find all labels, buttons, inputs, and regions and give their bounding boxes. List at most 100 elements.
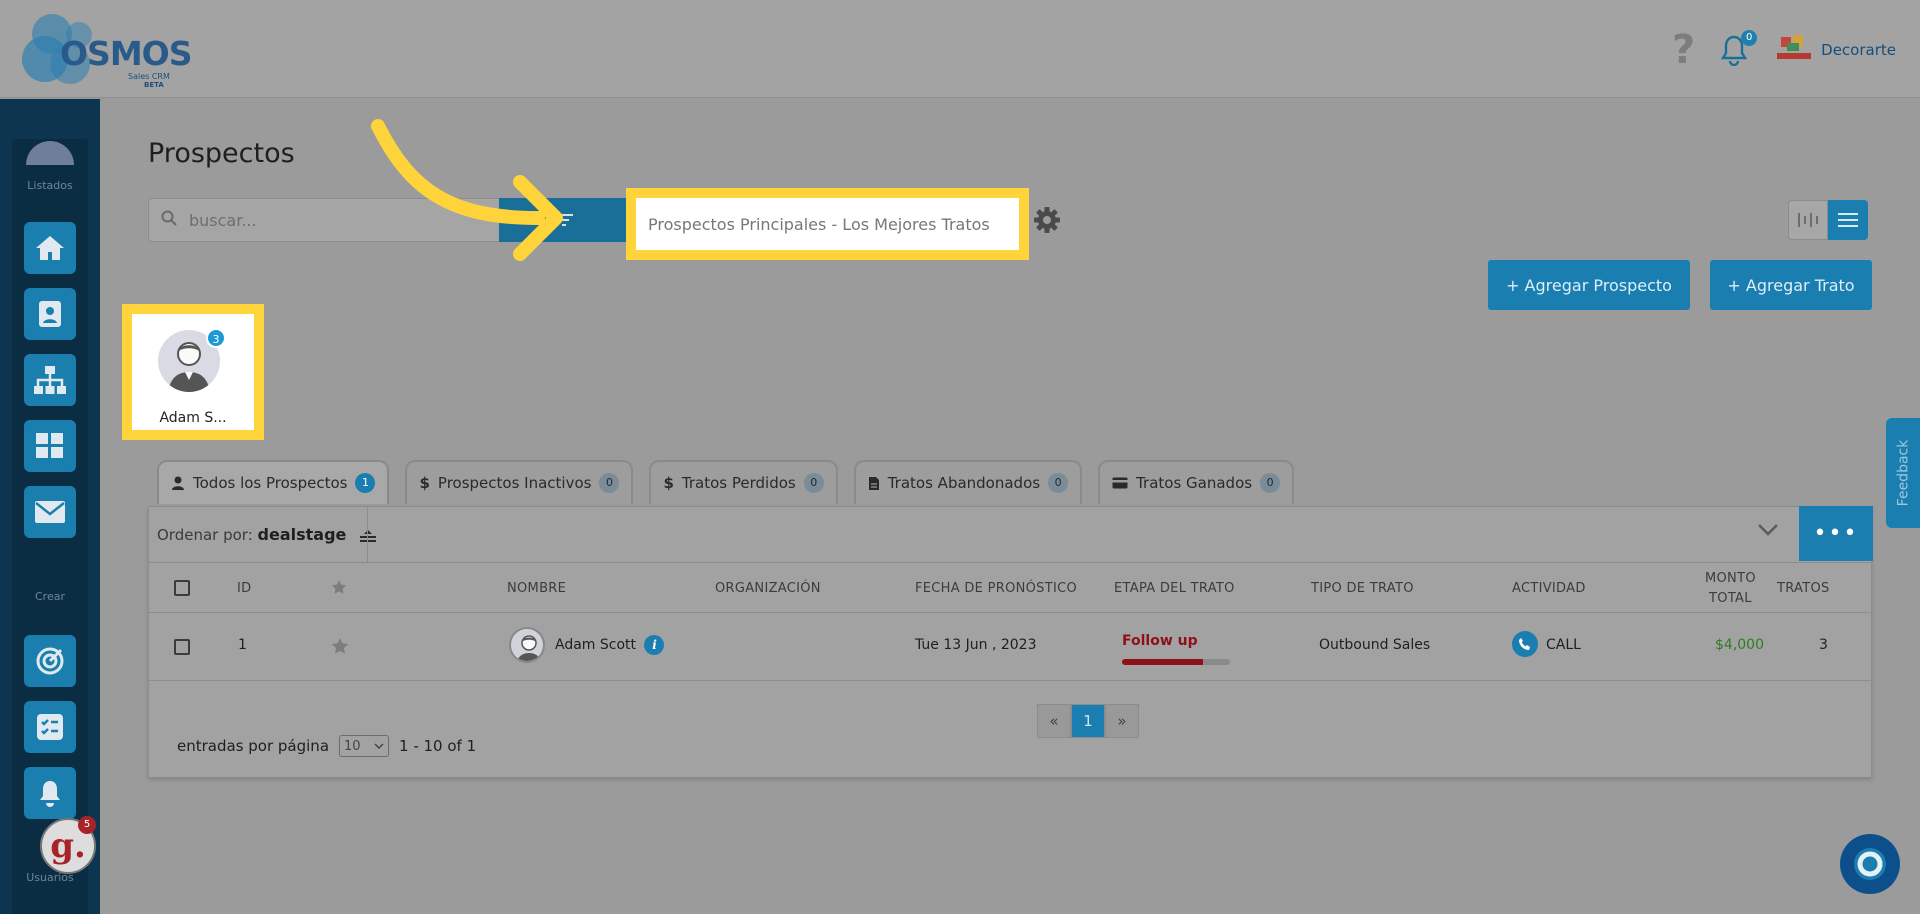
per-page-label: entradas por página	[177, 737, 330, 755]
divider	[367, 507, 368, 563]
prospect-tabs: Todos los Prospectos 1 $ Prospectos Inac…	[157, 460, 1295, 504]
col-forecast-date[interactable]: FECHA DE PRONÓSTICO	[915, 581, 1077, 596]
phone-icon[interactable]	[1512, 631, 1538, 657]
more-options-button[interactable]: •••	[1799, 506, 1873, 561]
tutorial-arrow-icon	[371, 119, 563, 261]
osmos-logo[interactable]: OSMOS Sales CRM BETA	[22, 8, 192, 89]
help-icon[interactable]: ?	[1672, 27, 1695, 73]
row-id: 1	[238, 637, 247, 653]
file-icon	[868, 476, 879, 490]
chevron-down-icon[interactable]	[1757, 523, 1779, 537]
table-row[interactable]: 1 Adam Scott i Tue 13 Jun , 2023 Follow …	[149, 613, 1873, 681]
tab-label: Tratos Perdidos	[681, 474, 796, 492]
sidebar-dashboard-button[interactable]	[24, 420, 76, 472]
bell-plus-icon	[40, 781, 60, 807]
col-name[interactable]: NOMBRE	[507, 581, 566, 596]
col-total-line1: MONTO	[1705, 571, 1756, 586]
checklist-icon	[37, 714, 63, 740]
osmos-chat-icon	[1854, 848, 1886, 880]
search-icon	[149, 210, 189, 230]
per-page-control: entradas por página 10 1 - 10 of 1	[177, 735, 476, 757]
row-forecast-date: Tue 13 Jun , 2023	[915, 637, 1037, 653]
user-icon	[172, 476, 184, 490]
table-header: ID NOMBRE ORGANIZACIÓN FECHA DE PRONÓSTI…	[149, 563, 1873, 613]
current-page-button[interactable]: 1	[1071, 704, 1105, 738]
col-deal-type[interactable]: TIPO DE TRATO	[1311, 581, 1414, 596]
info-icon[interactable]: i	[644, 635, 665, 655]
user-card[interactable]: 3 Adam S...	[122, 304, 264, 440]
user-card-name: Adam S...	[159, 410, 227, 426]
chevron-down-icon	[374, 743, 384, 749]
dollar-icon: $	[663, 474, 674, 492]
dollar-icon: $	[419, 474, 430, 492]
tab-lost-deals[interactable]: $ Tratos Perdidos 0	[649, 460, 838, 504]
sidebar-home-button[interactable]	[24, 222, 76, 274]
row-deal-stage[interactable]: Follow up	[1122, 633, 1198, 649]
row-name-link[interactable]: Adam Scott	[555, 637, 636, 653]
list-view-button[interactable]	[1828, 200, 1868, 240]
star-icon[interactable]	[331, 637, 349, 655]
view-selector[interactable]: Prospectos Principales - Los Mejores Tra…	[626, 188, 1029, 260]
sidebar-mail-button[interactable]	[24, 486, 76, 538]
tab-count: 1	[355, 473, 376, 493]
org-chart-icon	[34, 366, 66, 394]
col-deals[interactable]: TRATOS	[1777, 581, 1830, 596]
col-total-line2: TOTAL	[1709, 591, 1752, 606]
top-header: OSMOS Sales CRM BETA ? 0 Decorarte	[0, 0, 1920, 98]
sidebar-section-create: Crear	[35, 590, 65, 603]
g-assistant-badge: 5	[78, 816, 96, 834]
tab-won-deals[interactable]: Tratos Ganados 0	[1098, 460, 1295, 504]
kanban-view-button[interactable]	[1788, 200, 1828, 240]
star-icon[interactable]	[331, 579, 347, 595]
col-activity[interactable]: ACTIVIDAD	[1512, 581, 1586, 596]
tab-count: 0	[803, 473, 824, 493]
tab-count: 0	[1048, 473, 1069, 493]
sort-order-icon[interactable]	[359, 529, 377, 543]
row-name-cell: Adam Scott i	[555, 635, 665, 655]
logo-subtitle: Sales CRM	[128, 72, 170, 81]
sidebar-goal-button[interactable]	[24, 635, 76, 687]
sidebar-org-button[interactable]	[24, 354, 76, 406]
sort-control[interactable]: Ordenar por: dealstage	[157, 525, 377, 544]
target-icon	[36, 647, 64, 675]
select-all-checkbox[interactable]	[174, 580, 190, 596]
sidebar-contacts-button[interactable]	[24, 288, 76, 340]
prev-page-button[interactable]: «	[1037, 704, 1071, 738]
tab-count: 0	[1260, 473, 1281, 493]
logo-text: OSMOS	[60, 34, 192, 73]
avatar	[509, 627, 545, 663]
pagination: « 1 »	[1037, 704, 1139, 738]
per-page-select[interactable]: 10	[339, 735, 390, 757]
col-total-amount[interactable]: MONTO TOTAL	[1705, 569, 1756, 609]
tab-abandoned-deals[interactable]: Tratos Abandonados 0	[853, 460, 1083, 504]
row-deals-count: 3	[1819, 637, 1828, 653]
chat-button[interactable]	[1840, 834, 1900, 894]
add-deal-button[interactable]: + Agregar Trato	[1710, 260, 1872, 310]
sidebar-reminder-button[interactable]	[24, 767, 76, 819]
logo-beta: BETA	[144, 81, 164, 89]
add-prospect-button[interactable]: + Agregar Prospecto	[1488, 260, 1690, 310]
card-icon	[1112, 477, 1128, 489]
row-checkbox[interactable]	[174, 639, 190, 655]
sidebar-section-users: Usuarios	[26, 871, 74, 884]
company-menu[interactable]: Decorarte	[1777, 35, 1896, 65]
columns-icon	[1798, 213, 1818, 227]
tab-label: Prospectos Inactivos	[437, 474, 592, 492]
col-id[interactable]: ID	[237, 581, 251, 596]
col-organization[interactable]: ORGANIZACIÓN	[715, 581, 821, 596]
feedback-tab[interactable]: Feedback	[1886, 418, 1920, 528]
row-activity[interactable]: CALL	[1546, 637, 1581, 653]
tab-inactive-prospects[interactable]: $ Prospectos Inactivos 0	[405, 460, 634, 504]
company-logo	[1777, 35, 1812, 65]
next-page-button[interactable]: »	[1105, 704, 1139, 738]
per-page-value: 10	[344, 738, 361, 754]
col-deal-stage[interactable]: ETAPA DEL TRATO	[1114, 581, 1235, 596]
tab-label: Todos los Prospectos	[193, 474, 348, 492]
sort-value: dealstage	[257, 525, 347, 544]
gear-icon[interactable]	[1032, 205, 1062, 235]
tab-all-prospects[interactable]: Todos los Prospectos 1	[157, 460, 390, 504]
home-icon	[36, 236, 64, 260]
notifications-button[interactable]: 0	[1719, 30, 1758, 70]
notifications-badge: 0	[1741, 30, 1758, 46]
sidebar-task-button[interactable]	[24, 701, 76, 753]
